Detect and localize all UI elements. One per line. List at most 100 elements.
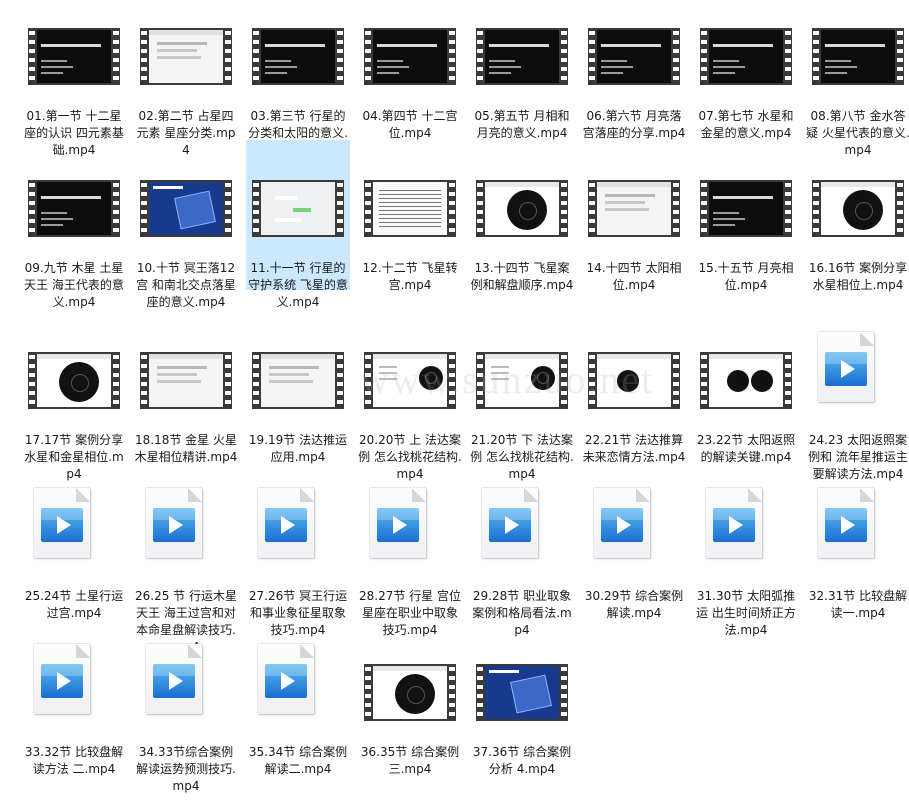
file-item[interactable]: 15.十五节 月亮相位.mp4 (694, 176, 798, 316)
video-file-icon (482, 488, 538, 558)
file-name: 31.30节 太阳弧推运 出生时间矫正方法.mp4 (696, 589, 796, 637)
file-item[interactable]: 37.36节 综合案例分析 4.mp4 (470, 660, 574, 800)
video-thumbnail (364, 664, 456, 721)
video-thumbnail (252, 28, 344, 85)
video-file-icon (258, 488, 314, 558)
preview-text-line (41, 212, 67, 214)
file-item[interactable]: 34.33节综合案例解读运势预测技巧.mp4 (134, 644, 238, 800)
file-name: 27.26节 冥王行运和事业象征星取象技巧.mp4 (248, 589, 348, 637)
file-item[interactable]: 01.第一节 十二星座的认识 四元素基础.mp4 (22, 24, 126, 164)
preview-text-line (597, 182, 671, 187)
file-item[interactable]: 18.18节 金星 火星 木星相位精讲.mp4 (134, 348, 238, 488)
file-item[interactable]: 28.27节 行星 宫位 星座在职业中取象技巧.mp4 (358, 488, 462, 644)
file-item[interactable]: 04.第四节 十二宫位.mp4 (358, 24, 462, 164)
file-name: 01.第一节 十二星座的认识 四元素基础.mp4 (24, 109, 124, 157)
preview-text-line (825, 44, 885, 47)
file-item[interactable]: 14.十四节 太阳相位.mp4 (582, 176, 686, 316)
file-item[interactable]: 16.16节 案例分享 水星相位上.mp4 (806, 176, 909, 316)
file-thumbnail (470, 488, 574, 570)
preview-text-line (713, 66, 745, 68)
video-thumbnail (140, 352, 232, 409)
file-item[interactable]: 21.20节 下 法达案例 怎么找桃花结构.mp4 (470, 348, 574, 488)
file-item[interactable]: 10.十节 冥王落12宫 和南北交点落星座的意义.mp4 (134, 176, 238, 316)
preview-text-line (489, 60, 515, 62)
file-item[interactable]: 24.23 太阳返照案例和 流年星推运主要解读方法.mp4 (806, 332, 909, 488)
file-name: 19.19节 法达推运应用.mp4 (248, 433, 348, 464)
file-name: 36.35节 综合案例 三.mp4 (360, 745, 460, 776)
file-item[interactable]: 06.第六节 月亮落宫落座的分享.mp4 (582, 24, 686, 164)
preview-text-line (377, 44, 437, 47)
preview-toolbar (821, 182, 895, 187)
file-name: 28.27节 行星 宫位 星座在职业中取象技巧.mp4 (359, 589, 461, 637)
file-item[interactable]: 26.25 节 行运木星 天王 海王过宫和对本命星盘解读技巧.mp4 (134, 488, 238, 654)
file-item[interactable]: 31.30节 太阳弧推运 出生时间矫正方法.mp4 (694, 488, 798, 644)
preview-text-line (149, 30, 223, 35)
preview-text-line (41, 196, 101, 199)
video-thumbnail (252, 180, 344, 237)
file-name: 30.29节 综合案例解读.mp4 (584, 589, 684, 620)
preview-graphic (510, 674, 552, 714)
thumbnail-preview (709, 354, 783, 407)
media-player-icon (265, 508, 307, 542)
file-item[interactable]: 36.35节 综合案例 三.mp4 (358, 660, 462, 800)
file-item[interactable]: 27.26节 冥王行运和事业象征星取象技巧.mp4 (246, 488, 350, 644)
file-item[interactable]: 13.十四节 飞星案例和解盘顺序.mp4 (470, 176, 574, 316)
video-thumbnail (28, 180, 120, 237)
page-fold-icon (76, 644, 90, 658)
astrology-chart-wheel (617, 370, 639, 392)
file-item[interactable]: 02.第二节 占星四元素 星座分类.mp4 (134, 24, 238, 164)
page-fold-icon (524, 488, 538, 502)
file-item[interactable]: 35.34节 综合案例解读二.mp4 (246, 644, 350, 800)
file-item[interactable]: 05.第五节 月相和月亮的意义.mp4 (470, 24, 574, 164)
file-thumbnail (246, 348, 350, 414)
video-thumbnail (140, 180, 232, 237)
file-thumbnail (694, 24, 798, 90)
preview-toolbar (485, 354, 559, 359)
file-item[interactable]: 17.17节 案例分享 水星和金星相位.mp4 (22, 348, 126, 488)
preview-text-line (269, 380, 313, 383)
media-player-icon (153, 508, 195, 542)
file-item[interactable]: 22.21节 法达推算未来恋情方法.mp4 (582, 348, 686, 488)
thumbnail-preview (373, 666, 447, 719)
file-item[interactable]: 23.22节 太阳返照的解读关键.mp4 (694, 348, 798, 488)
astrology-chart-wheel (419, 366, 443, 390)
file-name: 20.20节 上 法达案例 怎么找桃花结构.mp4 (358, 433, 462, 481)
file-item[interactable]: 19.19节 法达推运应用.mp4 (246, 348, 350, 488)
preview-chat-bubble (293, 208, 311, 212)
page-fold-icon (300, 644, 314, 658)
file-thumbnail (246, 24, 350, 90)
file-item[interactable]: 11.十一节 行星的守护系统 飞星的意义.mp4 (246, 140, 350, 309)
page-fold-icon (300, 488, 314, 502)
file-item[interactable]: 33.32节 比较盘解读方法 二.mp4 (22, 644, 126, 800)
preview-text-line (489, 72, 511, 74)
media-player-icon (601, 508, 643, 542)
play-icon (169, 672, 183, 690)
file-name: 18.18节 金星 火星 木星相位精讲.mp4 (134, 433, 238, 464)
file-name: 05.第五节 月相和月亮的意义.mp4 (474, 109, 570, 140)
preview-text-line (605, 208, 649, 211)
thumbnail-preview (485, 182, 559, 235)
preview-text-line (157, 366, 207, 369)
file-thumbnail (806, 332, 909, 414)
preview-text-line (157, 49, 197, 52)
file-item[interactable]: 29.28节 职业取象案例和格局看法.mp4 (470, 488, 574, 644)
preview-text-line (713, 196, 773, 199)
file-item[interactable]: 20.20节 上 法达案例 怎么找桃花结构.mp4 (358, 348, 462, 488)
file-item[interactable]: 07.第七节 水星和金星的意义.mp4 (694, 24, 798, 164)
file-name: 09.九节 木星 土星 天王 海王代表的意义.mp4 (24, 261, 124, 309)
preview-text-line (489, 44, 549, 47)
file-item[interactable]: 25.24节 土星行运 过宫.mp4 (22, 488, 126, 644)
file-item[interactable]: 12.十二节 飞星转宫.mp4 (358, 176, 462, 316)
file-name: 08.第八节 金水答疑 火星代表的意义.mp4 (806, 109, 909, 157)
file-name: 15.十五节 月亮相位.mp4 (698, 261, 794, 292)
video-file-icon (370, 488, 426, 558)
file-thumbnail (694, 488, 798, 570)
thumbnail-preview (149, 354, 223, 407)
file-item[interactable]: 32.31节 比较盘解读一.mp4 (806, 488, 909, 644)
preview-text-line (491, 366, 509, 368)
preview-toolbar (597, 354, 671, 359)
preview-text-line (605, 201, 645, 204)
file-item[interactable]: 09.九节 木星 土星 天王 海王代表的意义.mp4 (22, 176, 126, 316)
file-item[interactable]: 30.29节 综合案例解读.mp4 (582, 488, 686, 644)
file-item[interactable]: 08.第八节 金水答疑 火星代表的意义.mp4 (806, 24, 909, 164)
